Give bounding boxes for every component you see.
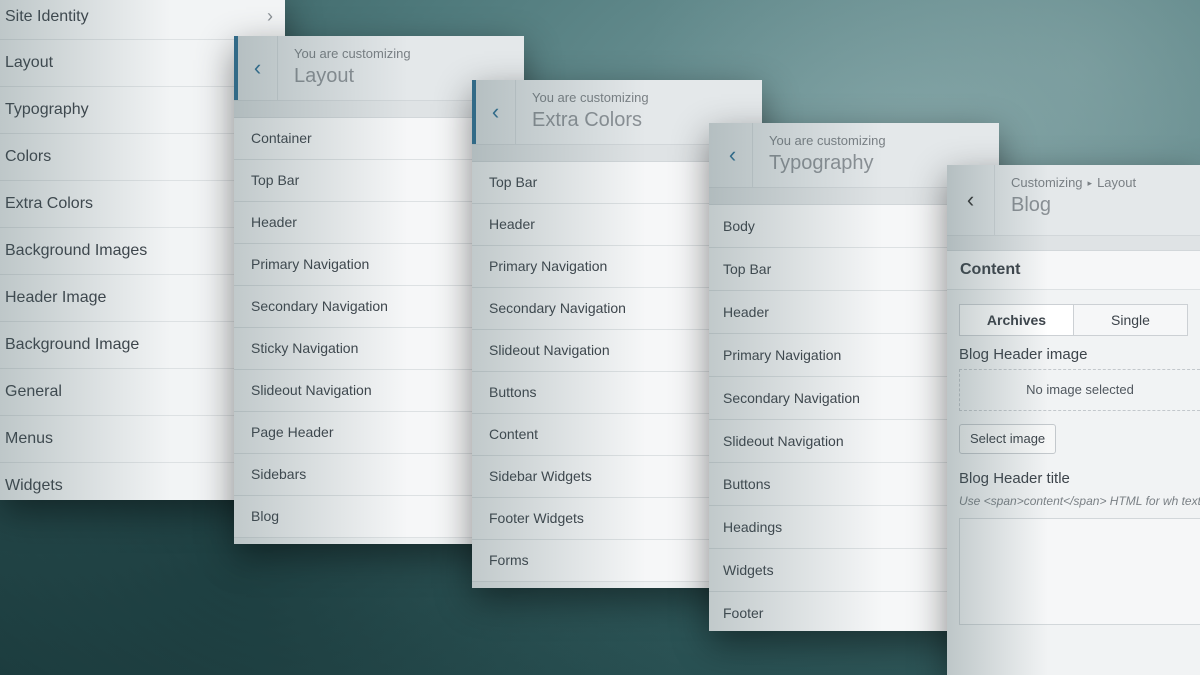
tab-single[interactable]: Single <box>1074 304 1188 336</box>
chevron-right-icon: › <box>267 6 273 26</box>
breadcrumb-separator-icon: ▸ <box>1087 178 1093 188</box>
back-button[interactable]: ‹ <box>234 36 278 100</box>
customizing-label: You are customizing <box>532 90 649 105</box>
panel-titles: You are customizing Extra Colors <box>516 80 649 144</box>
content-body: Archives Single Blog Header image No ima… <box>947 290 1200 625</box>
panel-gap <box>947 236 1200 251</box>
image-placeholder[interactable]: No image selected <box>959 369 1200 411</box>
blog-settings-panel: ‹ Customizing ▸ Layout Blog Content Archiv… <box>947 165 1200 675</box>
blog-header-image-label: Blog Header image <box>959 346 1088 363</box>
blog-header-title-label: Blog Header title <box>959 470 1070 487</box>
chevron-left-icon: ‹ <box>491 99 500 124</box>
help-text: Use <span>content</span> HTML for wh tex… <box>959 494 1200 508</box>
panel-title: Blog <box>1011 194 1052 216</box>
customizing-label: You are customizing <box>294 46 411 61</box>
panel-header: ‹ Customizing ▸ Layout Blog <box>947 165 1200 236</box>
panel-title: Layout <box>294 65 355 87</box>
menu-item-site-identity[interactable]: Site Identity › <box>0 0 285 40</box>
archive-single-tabs: Archives Single <box>959 304 1188 336</box>
chevron-left-icon: ‹ <box>728 142 737 167</box>
chevron-left-icon: ‹ <box>966 187 975 212</box>
menu-item-label: Site Identity <box>5 8 89 25</box>
no-image-text: No image selected <box>1026 382 1134 397</box>
customizing-label: You are customizing <box>769 133 886 148</box>
breadcrumb: Customizing ▸ Layout <box>1011 175 1136 190</box>
back-button[interactable]: ‹ <box>947 165 995 235</box>
panel-title: Extra Colors <box>532 109 643 131</box>
back-button[interactable]: ‹ <box>709 123 753 187</box>
content-section-title: Content <box>947 251 1200 290</box>
panel-titles: Customizing ▸ Layout Blog <box>995 165 1136 235</box>
back-button[interactable]: ‹ <box>472 80 516 144</box>
breadcrumb-customizing: Customizing <box>1011 175 1083 190</box>
breadcrumb-layout: Layout <box>1097 175 1137 190</box>
select-image-button[interactable]: Select image <box>959 424 1057 454</box>
panel-title: Typography <box>769 152 874 174</box>
chevron-left-icon: ‹ <box>253 55 262 80</box>
panel-titles: You are customizing Layout <box>278 36 411 100</box>
header-title-textarea[interactable] <box>959 518 1200 625</box>
panel-titles: You are customizing Typography <box>753 123 886 187</box>
tab-archives[interactable]: Archives <box>959 304 1074 336</box>
